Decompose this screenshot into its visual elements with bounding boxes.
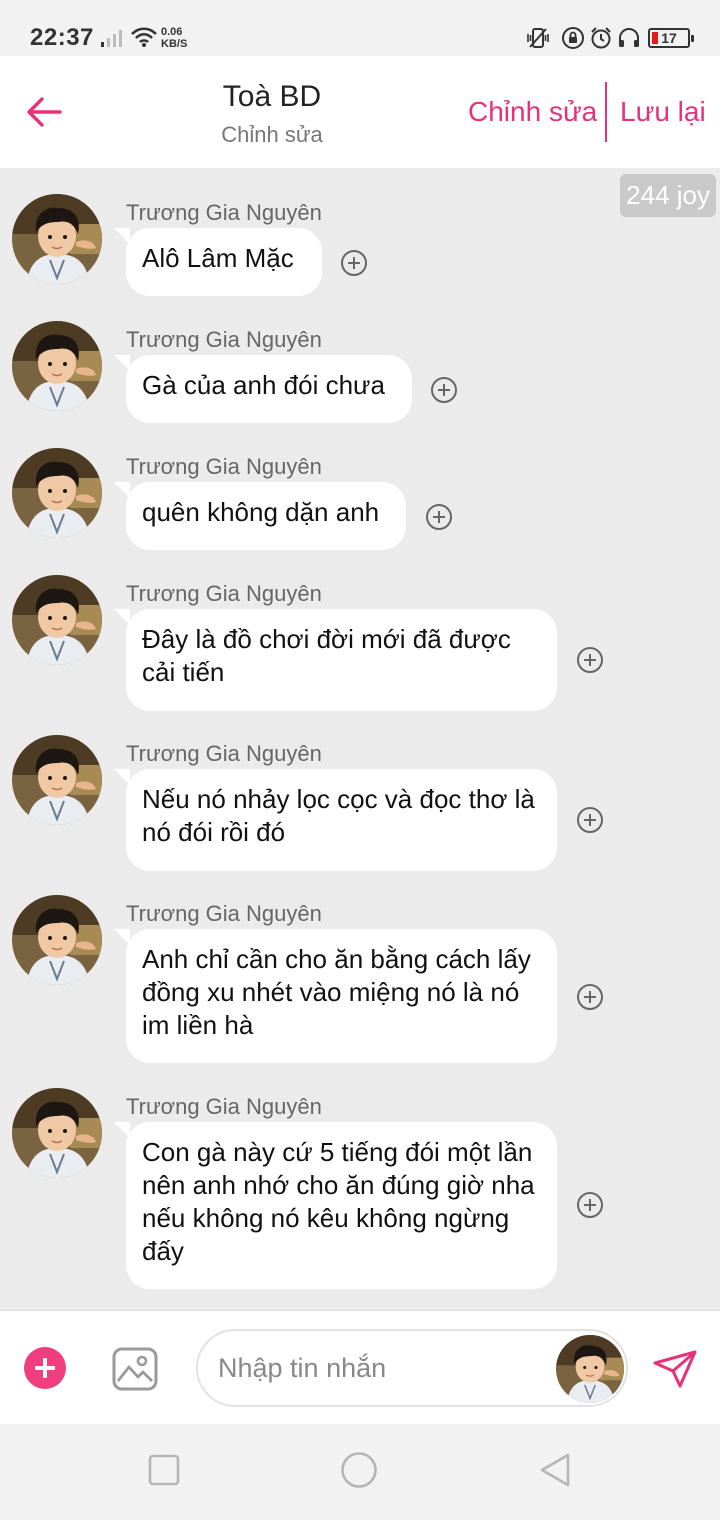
sender-name: Trương Gia Nguyên — [126, 581, 322, 606]
message-bubble[interactable]: Anh chỉ cần cho ăn bằng cách lấy đồng xu… — [114, 929, 557, 1063]
page-subtitle: Chỉnh sửa — [221, 122, 323, 147]
avatar[interactable] — [556, 1335, 624, 1403]
back-triangle-icon[interactable] — [538, 1452, 572, 1488]
message-bubble[interactable]: quên không dặn anh — [114, 482, 406, 550]
sender-name: Trương Gia Nguyên — [126, 741, 322, 766]
headset-icon — [619, 28, 639, 47]
avatar[interactable] — [12, 575, 102, 665]
battery-level: 17 — [661, 30, 677, 46]
chat-area[interactable]: 244 joy Trương Gia Nguyên Alô Lâm Mặc Tr… — [0, 168, 720, 1310]
avatar[interactable] — [12, 1088, 102, 1178]
avatar[interactable] — [12, 194, 102, 284]
back-arrow-icon[interactable] — [24, 92, 64, 132]
avatar[interactable] — [12, 895, 102, 985]
net-speed: 0.06 KB/S — [161, 26, 187, 50]
avatar[interactable] — [12, 735, 102, 825]
sender-name: Trương Gia Nguyên — [126, 327, 322, 352]
message-bubble[interactable]: Alô Lâm Mặc — [114, 228, 322, 296]
edit-button[interactable]: Chỉnh sửa — [468, 96, 597, 128]
page-title: Toà BD — [222, 80, 322, 113]
joy-badge: 244 joy — [620, 174, 716, 217]
system-nav-bar — [0, 1424, 720, 1520]
avatar[interactable] — [12, 448, 102, 538]
net-speed-value: 0.06 — [161, 26, 183, 38]
plus-circle-icon[interactable] — [577, 1192, 603, 1218]
avatar[interactable] — [12, 321, 102, 411]
alarm-icon — [591, 27, 611, 49]
sender-name: Trương Gia Nguyên — [126, 454, 322, 479]
wifi-icon — [131, 27, 157, 47]
signal-icon — [101, 30, 122, 47]
save-button[interactable]: Lưu lại — [620, 96, 706, 128]
message-bubble[interactable]: Nếu nó nhảy lọc cọc và đọc thơ là nó đói… — [114, 769, 557, 871]
plus-circle-icon[interactable] — [426, 504, 452, 530]
vibrate-icon — [527, 28, 549, 48]
app-header: Toà BD Chỉnh sửa Chỉnh sửa Lưu lại — [0, 56, 720, 168]
message-bubble[interactable]: Gà của anh đói chưa — [114, 355, 412, 423]
composer-bar — [0, 1310, 720, 1424]
lock-rotation-icon — [562, 27, 584, 49]
plus-circle-icon[interactable] — [341, 250, 367, 276]
net-speed-unit: KB/S — [161, 38, 188, 50]
header-divider — [605, 82, 607, 142]
image-icon[interactable] — [112, 1347, 158, 1391]
status-bar: 22:37 0.06 KB/S 17 — [0, 0, 720, 56]
sender-name: Trương Gia Nguyên — [126, 200, 322, 225]
send-icon[interactable] — [652, 1349, 698, 1389]
recent-apps-icon[interactable] — [148, 1454, 180, 1486]
sender-name: Trương Gia Nguyên — [126, 901, 322, 926]
plus-circle-icon[interactable] — [577, 647, 603, 673]
home-icon[interactable] — [340, 1451, 378, 1489]
sender-name: Trương Gia Nguyên — [126, 1094, 322, 1119]
plus-circle-icon[interactable] — [577, 807, 603, 833]
plus-circle-icon[interactable] — [577, 984, 603, 1010]
status-time: 22:37 — [30, 24, 94, 51]
add-button[interactable] — [24, 1347, 66, 1389]
message-bubble[interactable]: Con gà này cứ 5 tiếng đói một lần nên an… — [114, 1122, 557, 1289]
message-bubble[interactable]: Đây là đồ chơi đời mới đã được cải tiến — [114, 609, 557, 711]
plus-circle-icon[interactable] — [431, 377, 457, 403]
battery-icon: 17 — [648, 28, 694, 48]
